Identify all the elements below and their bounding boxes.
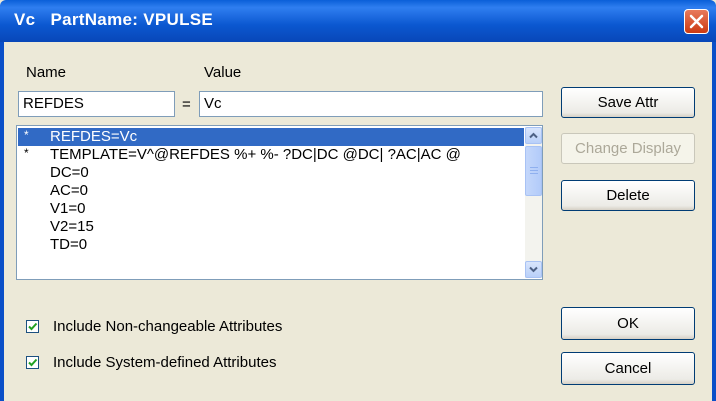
cancel-button[interactable]: Cancel (561, 352, 695, 385)
checkmark-icon (28, 322, 38, 331)
attribute-text: REFDES=Vc (50, 128, 138, 145)
attribute-row[interactable]: TD=0 (18, 236, 524, 254)
window-frame-left (0, 42, 4, 401)
value-label: Value (204, 64, 242, 81)
attribute-row[interactable]: V2=15 (18, 218, 524, 236)
attribute-list[interactable]: * REFDES=Vc * TEMPLATE=V^@REFDES %+ %- ?… (16, 125, 543, 280)
title-bar: Vc PartName: VPULSE (0, 0, 716, 42)
grip-line (530, 167, 538, 168)
name-label: Name (26, 64, 67, 81)
changeable-marker: * (24, 128, 29, 142)
attribute-text: V1=0 (50, 200, 86, 217)
attribute-row[interactable]: * REFDES=Vc (18, 128, 524, 146)
change-display-button[interactable]: Change Display (561, 133, 695, 164)
attribute-text: V2=15 (50, 218, 94, 235)
scroll-down-button[interactable] (525, 261, 542, 278)
checkmark-icon (28, 358, 38, 367)
attribute-row[interactable]: DC=0 (18, 164, 524, 182)
attribute-text: TD=0 (50, 236, 88, 253)
system-defined-label[interactable]: Include System-defined Attributes (53, 354, 276, 371)
changeable-marker: * (24, 146, 29, 160)
attribute-row[interactable]: V1=0 (18, 200, 524, 218)
window-frame-right (712, 42, 716, 401)
chevron-up-icon (529, 132, 538, 139)
attribute-row[interactable]: AC=0 (18, 182, 524, 200)
vertical-scrollbar[interactable] (525, 127, 542, 278)
close-icon (689, 14, 704, 29)
scroll-up-button[interactable] (525, 127, 542, 144)
window-title: Vc PartName: VPULSE (14, 10, 214, 29)
attribute-row[interactable]: * TEMPLATE=V^@REFDES %+ %- ?DC|DC @DC| ?… (18, 146, 524, 164)
ok-button[interactable]: OK (561, 307, 695, 340)
scroll-thumb[interactable] (525, 146, 542, 196)
attribute-text: TEMPLATE=V^@REFDES %+ %- ?DC|DC @DC| ?AC… (50, 146, 461, 163)
non-changeable-label[interactable]: Include Non-changeable Attributes (53, 318, 282, 335)
grip-line (530, 170, 538, 171)
close-button[interactable] (684, 9, 709, 34)
save-attr-button[interactable]: Save Attr (561, 87, 695, 118)
grip-line (530, 173, 538, 174)
name-field[interactable]: REFDES (18, 91, 175, 117)
attribute-text: DC=0 (50, 164, 89, 181)
value-field[interactable]: Vc (199, 91, 543, 117)
delete-button[interactable]: Delete (561, 180, 695, 211)
system-defined-checkbox[interactable] (26, 356, 39, 369)
attribute-text: AC=0 (50, 182, 88, 199)
chevron-down-icon (529, 266, 538, 273)
equals-sign: = (182, 96, 191, 113)
non-changeable-checkbox[interactable] (26, 320, 39, 333)
